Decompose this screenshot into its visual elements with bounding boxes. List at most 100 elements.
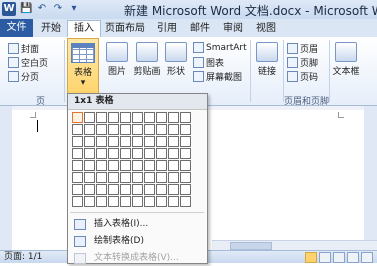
insert-table-menu-item[interactable]: 插入表格(I)...: [68, 216, 207, 232]
table-grid-cell[interactable]: [132, 124, 143, 135]
table-grid-cell[interactable]: [72, 112, 83, 123]
screenshot-button[interactable]: 屏幕截图: [193, 70, 242, 83]
table-grid-cell[interactable]: [84, 196, 95, 207]
table-grid-cell[interactable]: [144, 184, 155, 195]
table-grid-cell[interactable]: [132, 160, 143, 171]
table-grid-cell[interactable]: [168, 112, 179, 123]
chart-button[interactable]: 图表: [193, 56, 224, 69]
table-grid-cell[interactable]: [72, 124, 83, 135]
print-layout-view-icon[interactable]: [305, 252, 317, 263]
table-grid-cell[interactable]: [96, 124, 107, 135]
table-grid-cell[interactable]: [120, 184, 131, 195]
table-grid-cell[interactable]: [156, 124, 167, 135]
tab-insert[interactable]: 插入: [67, 20, 101, 38]
table-grid-cell[interactable]: [132, 184, 143, 195]
table-grid-cell[interactable]: [144, 196, 155, 207]
link-button[interactable]: 链接: [254, 42, 280, 77]
table-grid-cell[interactable]: [132, 196, 143, 207]
word-app-icon[interactable]: W: [2, 2, 16, 16]
table-grid-cell[interactable]: [84, 172, 95, 183]
table-grid-cell[interactable]: [84, 184, 95, 195]
shapes-button[interactable]: 形状: [163, 42, 189, 77]
clipart-button[interactable]: 剪贴画: [132, 42, 162, 77]
customize-qat-icon[interactable]: ▾: [68, 3, 80, 15]
table-grid-cell[interactable]: [120, 112, 131, 123]
table-grid-cell[interactable]: [144, 136, 155, 147]
table-grid-cell[interactable]: [180, 160, 191, 171]
picture-button[interactable]: 图片: [104, 42, 130, 77]
table-button[interactable]: 表格 ▾: [67, 38, 99, 97]
table-grid-cell[interactable]: [180, 124, 191, 135]
table-grid-cell[interactable]: [180, 136, 191, 147]
smartart-button[interactable]: SmartArt: [193, 42, 247, 53]
table-grid-cell[interactable]: [72, 136, 83, 147]
outline-view-icon[interactable]: [347, 252, 359, 263]
tab-page-layout[interactable]: 页面布局: [101, 21, 149, 37]
table-grid-cell[interactable]: [156, 160, 167, 171]
table-grid-cell[interactable]: [132, 136, 143, 147]
table-grid-cell[interactable]: [84, 148, 95, 159]
footer-button[interactable]: 页脚: [287, 56, 318, 69]
tab-file[interactable]: 文件: [0, 19, 33, 37]
table-grid-cell[interactable]: [144, 148, 155, 159]
table-grid-cell[interactable]: [72, 148, 83, 159]
table-grid-cell[interactable]: [168, 196, 179, 207]
table-grid-cell[interactable]: [168, 160, 179, 171]
table-grid-cell[interactable]: [180, 196, 191, 207]
undo-icon[interactable]: ↶: [36, 3, 48, 15]
tab-references[interactable]: 引用: [152, 21, 182, 37]
table-grid-cell[interactable]: [180, 112, 191, 123]
table-grid-cell[interactable]: [156, 148, 167, 159]
table-grid-cell[interactable]: [96, 136, 107, 147]
table-grid-cell[interactable]: [72, 160, 83, 171]
tab-home[interactable]: 开始: [36, 21, 66, 37]
draft-view-icon[interactable]: [361, 252, 373, 263]
table-grid-cell[interactable]: [84, 124, 95, 135]
table-grid-cell[interactable]: [180, 184, 191, 195]
table-grid-cell[interactable]: [72, 196, 83, 207]
table-grid-cell[interactable]: [120, 148, 131, 159]
table-grid-cell[interactable]: [156, 196, 167, 207]
table-grid-cell[interactable]: [144, 124, 155, 135]
table-grid-cell[interactable]: [180, 148, 191, 159]
table-grid-cell[interactable]: [120, 124, 131, 135]
table-grid-cell[interactable]: [132, 112, 143, 123]
full-screen-view-icon[interactable]: [319, 252, 331, 263]
table-grid-cell[interactable]: [156, 184, 167, 195]
table-grid-cell[interactable]: [72, 184, 83, 195]
table-grid-cell[interactable]: [96, 160, 107, 171]
web-layout-view-icon[interactable]: [333, 252, 345, 263]
horizontal-scrollbar[interactable]: [212, 240, 377, 250]
table-grid-cell[interactable]: [96, 112, 107, 123]
table-grid-cell[interactable]: [144, 112, 155, 123]
table-grid-cell[interactable]: [84, 136, 95, 147]
table-grid-cell[interactable]: [108, 136, 119, 147]
redo-icon[interactable]: ↷: [52, 3, 64, 15]
blank-page-button[interactable]: 空白页: [8, 56, 48, 69]
table-grid-cell[interactable]: [144, 172, 155, 183]
table-grid-cell[interactable]: [108, 196, 119, 207]
table-grid-cell[interactable]: [120, 172, 131, 183]
table-grid-cell[interactable]: [108, 124, 119, 135]
table-grid-cell[interactable]: [96, 196, 107, 207]
table-grid-cell[interactable]: [168, 172, 179, 183]
table-grid-cell[interactable]: [132, 172, 143, 183]
page-break-button[interactable]: 分页: [8, 70, 39, 83]
page-count[interactable]: 页面: 1/1: [4, 251, 42, 263]
header-button[interactable]: 页眉: [287, 42, 318, 55]
table-grid-cell[interactable]: [84, 160, 95, 171]
tab-review[interactable]: 审阅: [218, 21, 248, 37]
tab-mailings[interactable]: 邮件: [185, 21, 215, 37]
scrollbar-thumb[interactable]: [230, 242, 272, 250]
table-grid-cell[interactable]: [120, 196, 131, 207]
table-grid-cell[interactable]: [120, 136, 131, 147]
tab-view[interactable]: 视图: [251, 21, 281, 37]
table-grid-cell[interactable]: [108, 172, 119, 183]
table-grid-cell[interactable]: [168, 148, 179, 159]
table-grid-cell[interactable]: [108, 112, 119, 123]
table-grid-cell[interactable]: [156, 136, 167, 147]
cover-page-button[interactable]: 封面: [8, 42, 39, 55]
table-grid-cell[interactable]: [168, 184, 179, 195]
table-grid-cell[interactable]: [108, 148, 119, 159]
table-grid-cell[interactable]: [96, 172, 107, 183]
